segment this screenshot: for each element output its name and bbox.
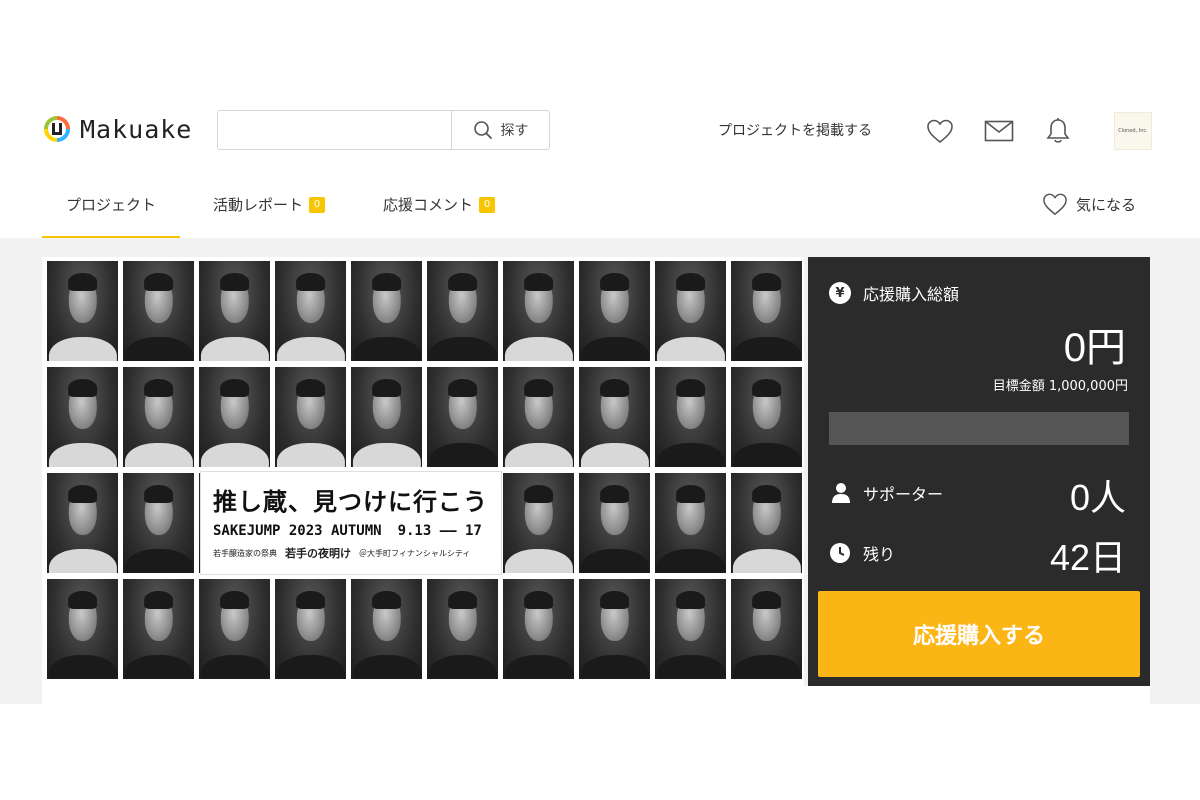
portrait-photo	[731, 473, 802, 573]
portrait-photo	[503, 367, 574, 467]
progress-bar	[829, 412, 1129, 445]
avatar-text: Cloned, Inc.	[1118, 128, 1148, 134]
notifications-button[interactable]	[1043, 116, 1073, 146]
user-avatar[interactable]: Cloned, Inc.	[1114, 112, 1152, 150]
portrait-photo	[427, 367, 498, 467]
banner-sub-small: 若手醸造家の祭典	[213, 548, 277, 558]
portrait-photo	[655, 579, 726, 679]
portrait-photo	[655, 367, 726, 467]
remaining-label-row: 残り	[829, 541, 895, 565]
portrait-photo	[199, 367, 270, 467]
heart-icon	[1043, 193, 1067, 216]
portrait-photo	[47, 579, 118, 679]
portrait-photo	[655, 473, 726, 573]
portrait-photo	[47, 473, 118, 573]
supporters-count: 0人	[1069, 477, 1126, 518]
search-input[interactable]	[218, 111, 451, 149]
portrait-photo	[731, 367, 802, 467]
portrait-photo	[579, 367, 650, 467]
person-icon	[832, 483, 850, 503]
mail-icon	[984, 120, 1014, 142]
portrait-photo	[427, 579, 498, 679]
portrait-photo	[275, 261, 346, 361]
portrait-photo	[427, 261, 498, 361]
banner-venue: ＠大手町フィナンシャルシティ	[359, 548, 471, 558]
remaining-label: 残り	[863, 545, 896, 564]
tab-support-comments[interactable]: 応援コメント 0	[383, 194, 496, 215]
messages-button[interactable]	[984, 116, 1014, 146]
support-purchase-button[interactable]: 応援購入する	[818, 591, 1140, 677]
total-amount: 0円	[1063, 326, 1126, 370]
banner-dates: 9.13 —— 17	[397, 523, 482, 539]
post-project-link[interactable]: プロジェクトを掲載する	[718, 120, 872, 140]
makuake-logo[interactable]: Makuake	[42, 114, 192, 144]
tab-label: 応援コメント	[383, 196, 474, 214]
portrait-photo	[123, 261, 194, 361]
tab-activity-report[interactable]: 活動レポート 0	[213, 194, 326, 215]
tab-label: 活動レポート	[213, 196, 304, 214]
portrait-photo	[123, 579, 194, 679]
portrait-photo	[579, 473, 650, 573]
clock-icon	[830, 543, 850, 563]
favorite-button[interactable]: 気になる	[1042, 192, 1136, 216]
portrait-photo	[579, 579, 650, 679]
portrait-photo	[655, 261, 726, 361]
favorite-label: 気になる	[1076, 195, 1137, 214]
project-tabs: プロジェクト 活動レポート 0 応援コメント 0 気になる	[0, 176, 1200, 239]
cta-label: 応援購入する	[912, 624, 1045, 649]
portrait-photo	[351, 367, 422, 467]
portrait-photo	[579, 261, 650, 361]
logo-text: Makuake	[80, 114, 193, 144]
search-button-label: 探す	[500, 123, 529, 139]
event-banner: 推し蔵、見つけに行こう SAKEJUMP 2023 AUTUMN 9.13 ——…	[200, 471, 502, 575]
search-box: 探す	[217, 110, 550, 150]
portrait-photo	[351, 579, 422, 679]
portrait-photo	[47, 367, 118, 467]
portrait-photo	[199, 579, 270, 679]
portrait-photo	[731, 579, 802, 679]
portrait-photo	[199, 261, 270, 361]
portrait-photo	[731, 261, 802, 361]
supporters-label-row: サポーター	[831, 481, 943, 505]
portrait-photo	[47, 261, 118, 361]
portrait-photo	[503, 579, 574, 679]
tab-label: プロジェクト	[66, 196, 157, 214]
count-badge: 0	[479, 196, 496, 213]
funding-panel: ¥ 応援購入総額 0円 目標金額 1,000,000円 サポーター 0人 残り …	[808, 257, 1150, 686]
search-icon	[473, 121, 492, 139]
banner-sub-big: 若手の夜明け	[285, 547, 351, 560]
total-label-row: ¥ 応援購入総額	[829, 281, 959, 305]
banner-sub-line: 若手醸造家の祭典 若手の夜明け ＠大手町フィナンシャルシティ	[213, 545, 489, 561]
portrait-photo	[503, 473, 574, 573]
heart-icon	[927, 119, 953, 144]
portrait-photo	[503, 261, 574, 361]
remaining-days: 42日	[1049, 537, 1126, 578]
search-button[interactable]: 探す	[451, 111, 549, 149]
supporters-label: サポーター	[863, 485, 944, 504]
total-label: 応援購入総額	[863, 285, 960, 304]
site-header: Makuake 探す プロジェクトを掲載する Cloned, Inc.	[0, 100, 1200, 160]
portrait-photo	[123, 367, 194, 467]
logo-mark-icon	[44, 116, 70, 142]
tab-project[interactable]: プロジェクト	[41, 194, 181, 239]
content-area	[42, 686, 1150, 704]
portrait-photo	[275, 579, 346, 679]
portrait-photo	[123, 473, 194, 573]
bell-icon	[1046, 118, 1070, 143]
banner-event-name: SAKEJUMP 2023 AUTUMN	[213, 523, 382, 539]
goal-amount: 目標金額 1,000,000円	[992, 379, 1128, 394]
favorites-button[interactable]	[925, 116, 955, 146]
count-badge: 0	[309, 196, 326, 213]
banner-event-line: SAKEJUMP 2023 AUTUMN 9.13 —— 17	[213, 523, 489, 539]
banner-title: 推し蔵、見つけに行こう	[213, 487, 488, 516]
yen-icon: ¥	[829, 282, 851, 304]
portrait-photo	[351, 261, 422, 361]
portrait-photo	[275, 367, 346, 467]
